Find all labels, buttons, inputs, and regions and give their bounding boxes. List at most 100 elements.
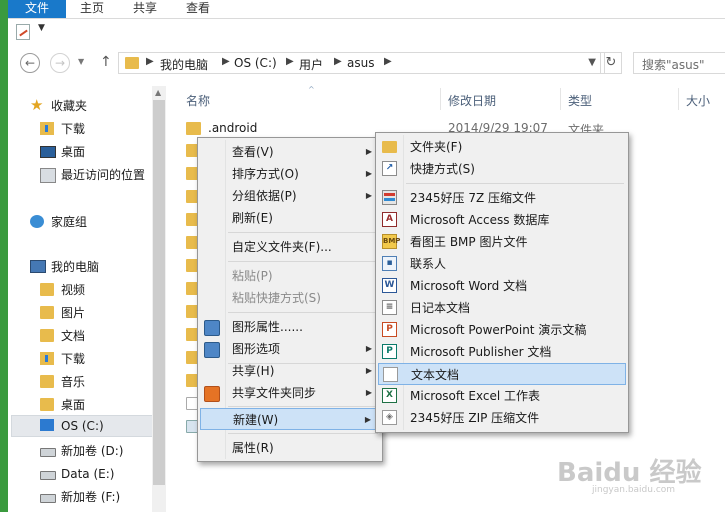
breadcrumb-separator-icon[interactable]: ▶: [222, 56, 230, 67]
up-button[interactable]: ↑: [100, 54, 112, 70]
column-divider[interactable]: [560, 88, 561, 110]
breadcrumb-users[interactable]: 用户: [299, 56, 323, 73]
submenu-item-excel[interactable]: X Microsoft Excel 工作表: [378, 385, 626, 407]
breadcrumb-separator-icon[interactable]: ▶: [334, 56, 342, 67]
menu-item-sort[interactable]: 排序方式(O) ▶: [200, 163, 380, 185]
submenu-arrow-icon: ▶: [365, 191, 372, 200]
desktop-folder-icon: [40, 398, 54, 411]
submenu-arrow-icon: ▶: [364, 415, 371, 424]
file-name: .android: [208, 121, 258, 135]
breadcrumb-separator-icon[interactable]: ▶: [146, 56, 154, 67]
music-folder-icon: [40, 375, 54, 388]
scrollbar-thumb[interactable]: [153, 100, 165, 485]
bmp-image-icon: BMP: [382, 234, 400, 249]
access-icon: A: [382, 212, 397, 227]
submenu-item-powerpoint[interactable]: P Microsoft PowerPoint 演示文稿: [378, 319, 626, 341]
search-input[interactable]: 搜索"asus": [633, 52, 725, 74]
submenu-item-word[interactable]: W Microsoft Word 文档: [378, 275, 626, 297]
sort-ascending-icon: ^: [308, 85, 315, 94]
customize-toolbar-dropdown-icon[interactable]: ▼: [38, 23, 45, 33]
folder-icon: [125, 57, 139, 69]
watermark-url: jingyan.baidu.com: [592, 485, 676, 495]
menu-item-customize[interactable]: 自定义文件夹(F)...: [200, 236, 380, 258]
menu-item-share[interactable]: 共享(H) ▶: [200, 360, 380, 382]
tab-view[interactable]: 查看: [186, 0, 210, 18]
breadcrumb-separator-icon[interactable]: ▶: [286, 56, 294, 67]
menu-item-graphics-properties[interactable]: 图形属性......: [200, 316, 380, 338]
submenu-item-journal[interactable]: ≡ 日记本文档: [378, 297, 626, 319]
address-history-icon[interactable]: ▼: [588, 57, 596, 68]
submenu-item-contact[interactable]: ▪ 联系人: [378, 253, 626, 275]
tab-file[interactable]: 文件: [8, 0, 66, 18]
menu-item-share-sync[interactable]: 共享文件夹同步 ▶: [200, 382, 380, 404]
menu-item-refresh[interactable]: 刷新(E): [200, 207, 380, 229]
left-edge: [0, 0, 8, 512]
drive-icon: [40, 448, 56, 457]
journal-icon: ≡: [382, 300, 397, 315]
back-button[interactable]: ←: [20, 53, 40, 73]
menu-separator: [228, 232, 378, 233]
zip-archive-icon: ◈: [382, 410, 397, 425]
submenu-item-text[interactable]: 文本文档: [378, 363, 626, 385]
column-header-name[interactable]: 名称: [186, 92, 210, 109]
navigation-bar: ← → ▼ ↑ ▶ 我的电脑 ▶ OS (C:) ▶ 用户 ▶ asus ▶ ▼…: [8, 47, 725, 79]
breadcrumb-asus[interactable]: asus: [347, 56, 374, 70]
breadcrumb-drive[interactable]: OS (C:): [234, 56, 277, 70]
tab-home[interactable]: 主页: [80, 0, 104, 18]
tab-share[interactable]: 共享: [133, 0, 157, 18]
powerpoint-icon: P: [382, 322, 397, 337]
windows-drive-icon: [40, 419, 54, 431]
menu-item-graphics-options[interactable]: 图形选项 ▶: [200, 338, 380, 360]
explorer-window: 文件 主页 共享 查看 ▼ ← → ▼ ↑ ▶ 我的电脑 ▶ OS (C:) ▶…: [0, 0, 725, 512]
column-divider[interactable]: [440, 88, 441, 110]
recent-locations-icon[interactable]: ▼: [78, 57, 84, 66]
menu-item-properties[interactable]: 属性(R): [200, 437, 380, 459]
column-divider[interactable]: [678, 88, 679, 110]
text-document-icon: [383, 367, 398, 382]
menu-separator: [228, 433, 378, 434]
folder-icon: [382, 141, 397, 153]
drive-icon: [40, 471, 56, 480]
forward-button[interactable]: →: [50, 53, 70, 73]
menu-separator: [228, 312, 378, 313]
column-header-type[interactable]: 类型: [568, 92, 592, 109]
computer-icon: [30, 260, 46, 273]
submenu-item-zip[interactable]: ◈ 2345好压 ZIP 压缩文件: [378, 407, 626, 429]
menu-item-paste-shortcut[interactable]: 粘贴快捷方式(S): [200, 287, 380, 309]
breadcrumb-separator-icon[interactable]: ▶: [384, 56, 392, 67]
submenu-item-access[interactable]: A Microsoft Access 数据库: [378, 209, 626, 231]
search-placeholder: 搜索"asus": [642, 58, 705, 72]
submenu-item-7z[interactable]: 2345好压 7Z 压缩文件: [378, 187, 626, 209]
word-icon: W: [382, 278, 397, 293]
column-header-size[interactable]: 大小: [686, 92, 710, 109]
column-header-date[interactable]: 修改日期: [448, 92, 496, 109]
context-menu: 查看(V) ▶ 排序方式(O) ▶ 分组依据(P) ▶ 刷新(E) 自定义文件夹…: [197, 137, 383, 462]
scroll-up-arrow-icon[interactable]: ▲: [155, 88, 161, 97]
nav-pane-scrollbar[interactable]: ▲: [152, 86, 166, 512]
submenu-item-publisher[interactable]: P Microsoft Publisher 文档: [378, 341, 626, 363]
star-icon: ★: [30, 96, 44, 114]
menu-separator: [228, 261, 378, 262]
submenu-arrow-icon: ▶: [365, 388, 372, 397]
address-bar[interactable]: ▶ 我的电脑 ▶ OS (C:) ▶ 用户 ▶ asus ▶ ▼: [118, 52, 605, 74]
submenu-item-folder[interactable]: 文件夹(F): [378, 136, 626, 158]
breadcrumb-computer[interactable]: 我的电脑: [160, 56, 208, 73]
submenu-item-shortcut[interactable]: ↗ 快捷方式(S): [378, 158, 626, 180]
shortcut-icon: ↗: [382, 161, 397, 176]
drive-icon: [40, 494, 56, 503]
menu-separator: [228, 406, 378, 407]
menu-item-new[interactable]: 新建(W) ▶: [200, 408, 380, 430]
submenu-arrow-icon: ▶: [365, 169, 372, 178]
recent-places-icon: [40, 168, 56, 183]
pictures-folder-icon: [40, 306, 54, 319]
properties-icon[interactable]: [16, 24, 30, 40]
menu-item-paste[interactable]: 粘贴(P): [200, 265, 380, 287]
submenu-arrow-icon: ▶: [365, 344, 372, 353]
baidu-watermark: Baidu 经验: [557, 458, 702, 488]
menu-item-view[interactable]: 查看(V) ▶: [200, 141, 380, 163]
submenu-item-bmp[interactable]: BMP 看图王 BMP 图片文件: [378, 231, 626, 253]
contact-icon: ▪: [382, 256, 397, 271]
menu-item-group[interactable]: 分组依据(P) ▶: [200, 185, 380, 207]
refresh-button[interactable]: ↻: [600, 52, 622, 74]
homegroup-icon: [30, 215, 44, 228]
